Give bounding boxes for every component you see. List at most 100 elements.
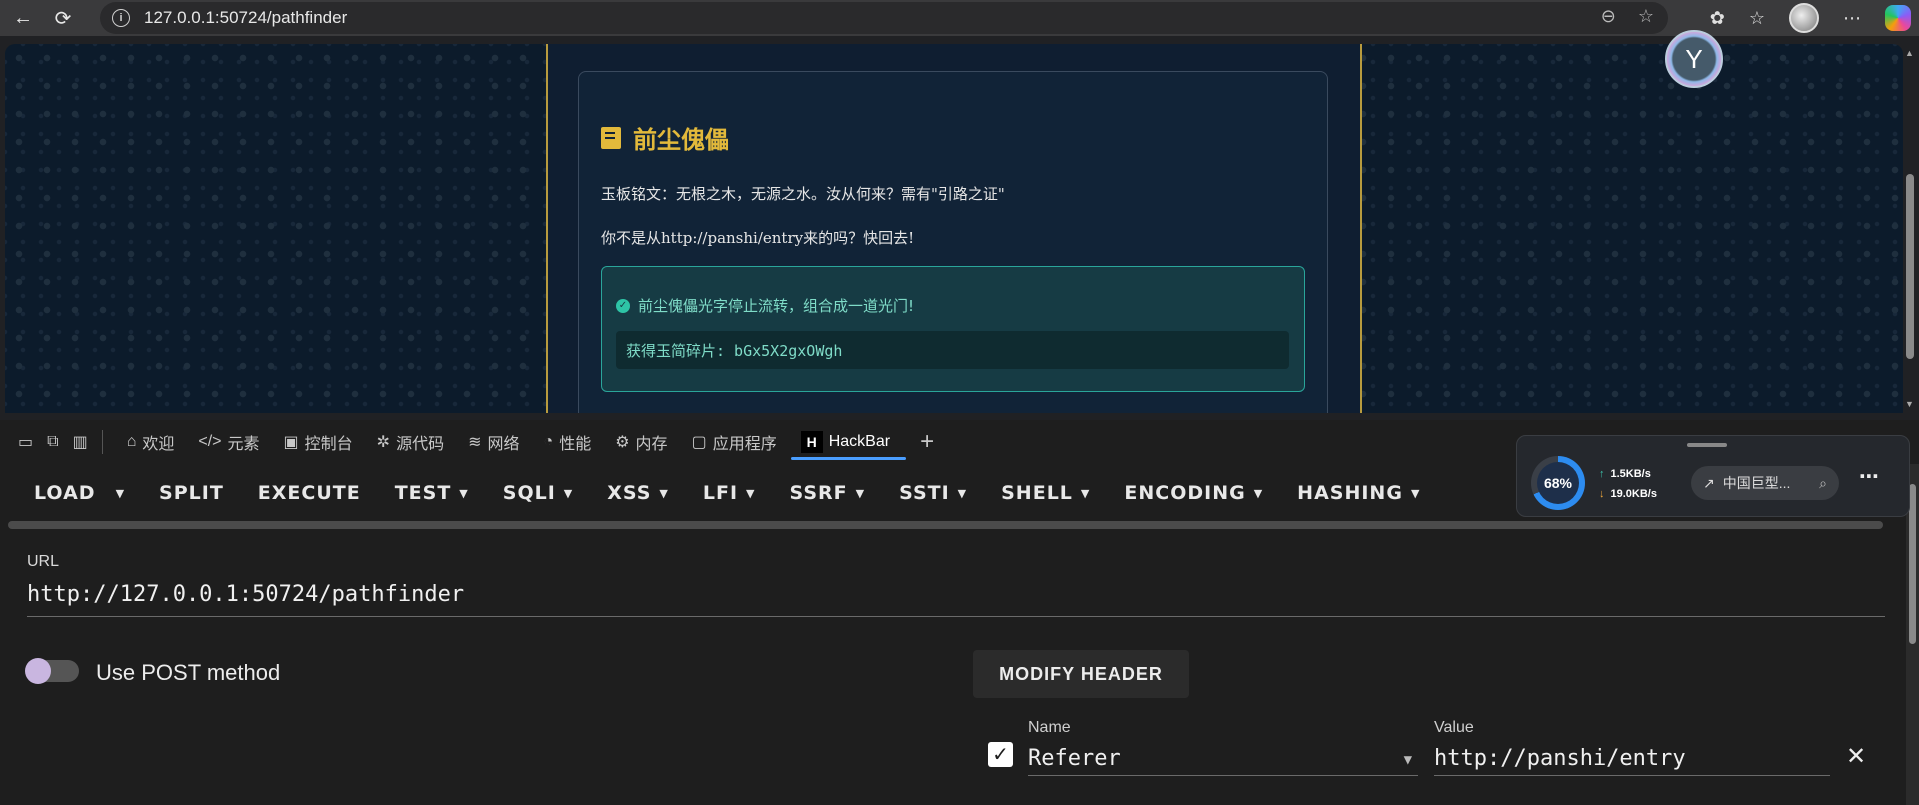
arrow-down-icon: ↓ (1599, 488, 1605, 500)
success-message-text: 前尘傀儡光字停止流转，组合成一道光门! (638, 297, 915, 315)
tab-label: 控制台 (304, 436, 353, 453)
divider (101, 430, 103, 454)
chevron-down-icon: ▼ (1253, 486, 1264, 500)
tab-network[interactable]: ≋ 网络 (468, 420, 519, 464)
header-value-label: Value (1434, 719, 1474, 736)
tab-label: 欢迎 (142, 436, 175, 453)
puzzle-card: 前尘傀儡 玉板铭文：无根之木，无源之水。汝从何来？需有"引路之证" 你不是从ht… (578, 71, 1328, 413)
floating-assistant-icon[interactable]: Y (1665, 30, 1723, 88)
fragment-box: 获得玉简碎片: bGx5X2gxOWgh (616, 331, 1289, 369)
inscription-text: 玉板铭文：无根之木，无源之水。汝从何来？需有"引路之证" (601, 185, 1005, 203)
app-icon: ▢ (691, 434, 707, 451)
shell-menu[interactable]: SHELL ▼ (1001, 482, 1090, 504)
address-bar[interactable]: i 127.0.0.1:50724/pathfinder ⊖ ☆ (100, 2, 1668, 34)
upload-value: 1.5KB/s (1610, 468, 1651, 480)
download-speed: ↓ 19.0KB/s (1599, 484, 1657, 504)
tab-elements[interactable]: </> 元素 (198, 420, 259, 464)
code-icon: </> (198, 433, 222, 450)
hackbar-logo: H (800, 431, 823, 453)
scroll-thumb[interactable] (1906, 174, 1914, 359)
encoding-menu[interactable]: ENCODING ▼ (1124, 482, 1263, 504)
back-icon[interactable]: ← (6, 3, 40, 33)
more-icon[interactable]: ⋯ (1843, 8, 1861, 29)
extensions-icon[interactable]: ✿ (1710, 8, 1725, 29)
xss-menu[interactable]: XSS ▼ (607, 482, 669, 504)
ssti-menu[interactable]: SSTI ▼ (899, 482, 967, 504)
hashing-label: HASHING (1297, 482, 1403, 504)
devtools-scrollbar[interactable] (1906, 464, 1919, 805)
tab-hackbar[interactable]: H HackBar (790, 420, 907, 464)
dropdown-arrow-icon[interactable]: ▼ (1404, 752, 1412, 768)
ssrf-menu[interactable]: SSRF ▼ (790, 482, 866, 504)
inspect-icon[interactable]: ⧉ (47, 420, 58, 464)
address-url[interactable]: 127.0.0.1:50724/pathfinder (144, 8, 347, 28)
device-mode-icon[interactable]: ▭ (18, 420, 33, 464)
download-value: 19.0KB/s (1610, 488, 1657, 500)
more-icon[interactable]: ⋯ (1859, 464, 1879, 489)
header-name-value[interactable]: Referer (1028, 746, 1121, 771)
info-icon[interactable]: i (112, 9, 130, 27)
tab-performance[interactable]: ◔ 性能 (544, 420, 592, 464)
toggle-knob[interactable] (25, 658, 51, 684)
tab-application[interactable]: ▢ 应用程序 (692, 420, 777, 464)
copilot-icon[interactable] (1885, 5, 1911, 31)
search-icon[interactable]: ⌕ (1819, 475, 1827, 492)
reload-icon[interactable]: ⟳ (46, 3, 80, 33)
speed-readout: ↑ 1.5KB/s ↓ 19.0KB/s (1599, 464, 1657, 504)
horizontal-scrollbar[interactable] (8, 521, 1883, 529)
add-tab-icon[interactable]: + (920, 428, 934, 456)
sqli-label: SQLI (502, 482, 556, 504)
profile-avatar[interactable] (1789, 3, 1819, 33)
load-button[interactable]: LOAD ▼ (34, 482, 125, 504)
header-name-field[interactable]: Referer ▼ (1028, 740, 1418, 776)
chevron-down-icon: ▼ (1080, 486, 1091, 500)
star-icon[interactable]: ☆ (1638, 6, 1654, 27)
content-column: 前尘傀儡 玉板铭文：无根之木，无源之水。汝从何来？需有"引路之证" 你不是从ht… (546, 44, 1362, 413)
favorites-icon[interactable]: ☆ (1749, 8, 1765, 29)
test-menu[interactable]: TEST ▼ (395, 482, 469, 504)
console-icon: ▣ (283, 434, 299, 451)
hint-text: 你不是从http://panshi/entry来的吗？快回去! (601, 229, 915, 247)
check-circle-icon: ✓ (616, 298, 630, 313)
success-message: ✓ 前尘傀儡光字停止流转，组合成一道光门! (616, 295, 914, 316)
close-icon[interactable]: ✕ (1846, 742, 1866, 771)
tab-console[interactable]: ▣ 控制台 (284, 420, 353, 464)
tab-sources[interactable]: ✲ 源代码 (377, 420, 444, 464)
chevron-down-icon: ▼ (957, 486, 968, 500)
dock-icon[interactable]: ▥ (73, 420, 88, 464)
url-input[interactable]: http://127.0.0.1:50724/pathfinder (27, 580, 1885, 617)
tab-label: 内存 (635, 436, 668, 453)
load-label: LOAD (34, 482, 96, 504)
tab-label: 网络 (487, 436, 520, 453)
tab-welcome[interactable]: ⌂ 欢迎 (127, 420, 175, 464)
bug-icon: ✲ (376, 434, 391, 451)
tab-label: 性能 (559, 436, 592, 453)
header-value-field[interactable]: http://panshi/entry (1434, 740, 1830, 776)
drag-handle[interactable] (1687, 443, 1727, 447)
modify-header-button[interactable]: MODIFY HEADER (973, 650, 1189, 698)
zoom-icon[interactable]: ⊖ (1601, 6, 1616, 27)
scroll-up-icon[interactable]: ▲ (1905, 48, 1914, 58)
scroll-thumb[interactable] (1909, 484, 1916, 644)
trending-text: 中国巨型... (1722, 475, 1791, 491)
chevron-down-icon: ▼ (855, 486, 866, 500)
post-method-toggle[interactable] (25, 658, 79, 684)
page-scrollbar[interactable]: ▲ ▼ (1903, 44, 1917, 413)
trend-icon: ↗ (1703, 474, 1715, 491)
sqli-menu[interactable]: SQLI ▼ (503, 482, 573, 504)
lfi-menu[interactable]: LFI ▼ (703, 482, 756, 504)
chevron-down-icon[interactable]: ▼ (116, 487, 125, 500)
execute-button[interactable]: EXECUTE (258, 482, 361, 504)
trending-search-pill[interactable]: ↗ 中国巨型... ⌕ (1691, 466, 1839, 500)
url-label: URL (27, 553, 60, 570)
tab-memory[interactable]: ⚙ 内存 (615, 420, 667, 464)
header-enabled-checkbox[interactable]: ✓ (988, 742, 1013, 767)
test-label: TEST (394, 482, 452, 504)
wifi-icon: ≋ (468, 434, 482, 451)
scroll-down-icon[interactable]: ▼ (1905, 399, 1914, 409)
hashing-menu[interactable]: HASHING ▼ (1297, 482, 1420, 504)
arrow-up-icon: ↑ (1599, 468, 1605, 480)
split-button[interactable]: SPLIT (159, 482, 224, 504)
tab-label: 源代码 (396, 436, 445, 453)
shell-label: SHELL (1001, 482, 1073, 504)
